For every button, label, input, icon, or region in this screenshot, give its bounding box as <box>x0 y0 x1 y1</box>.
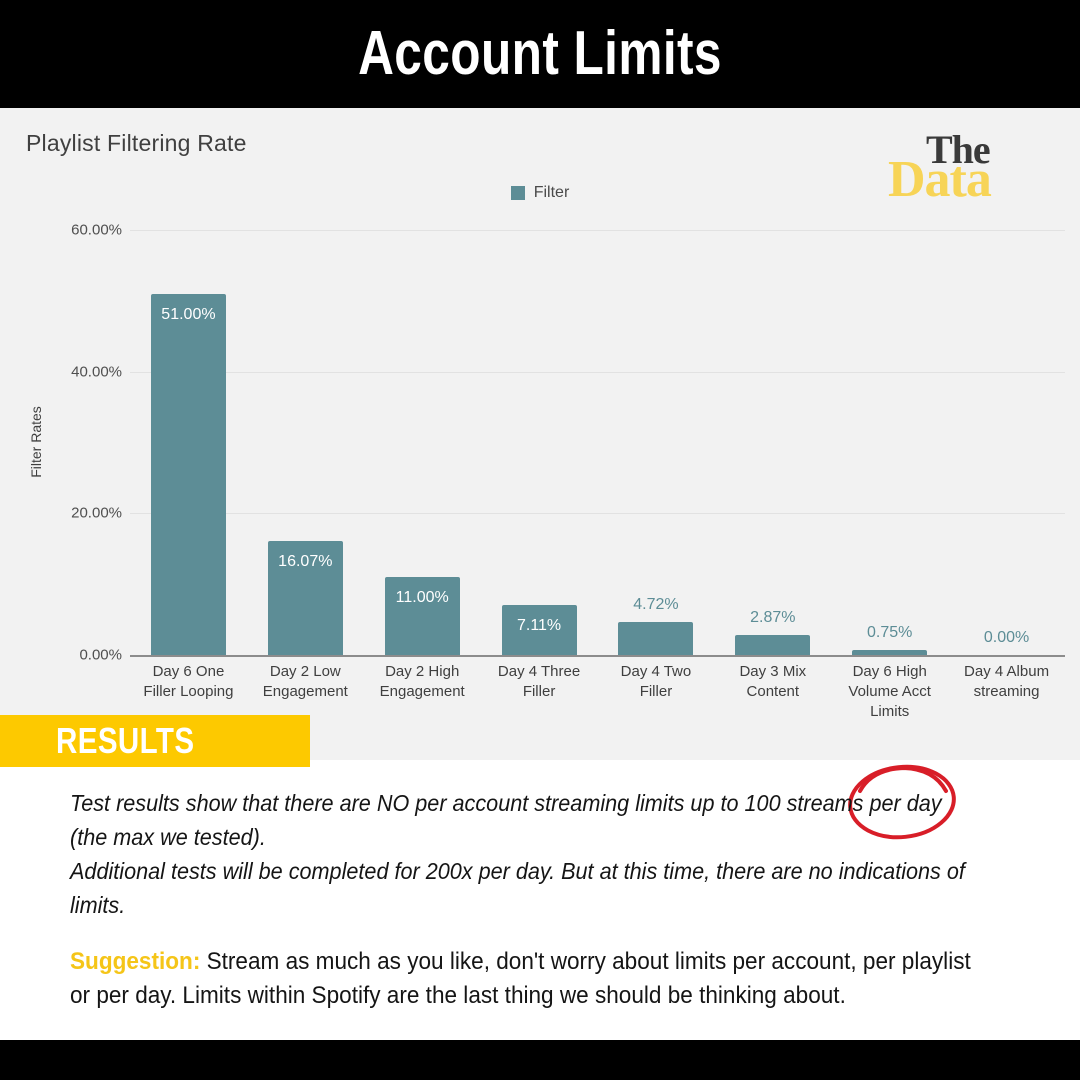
header-bar: Account Limits <box>0 0 1080 108</box>
results-body: Test results show that there are NO per … <box>70 786 1035 922</box>
suggestion-text: Stream as much as you like, don't worry … <box>70 948 971 1009</box>
chart-title: Playlist Filtering Rate <box>26 130 247 156</box>
y-axis-tick-label: 60.00% <box>71 221 122 239</box>
x-axis-category-label: Day 6 High Volume Acct Limits <box>848 663 931 720</box>
results-paragraph-1: Test results show that there are NO per … <box>70 790 942 850</box>
bar-value-label: 0.75% <box>867 623 913 641</box>
footer-bar <box>0 1040 1080 1080</box>
bar-group[interactable]: 0.75% Day 6 High Volume Acct Limits <box>848 230 931 720</box>
legend-label: Filter <box>533 184 570 201</box>
x-axis-category-label: Day 4 Two Filler <box>620 663 692 700</box>
x-axis-category-label: Day 4 Three Filler <box>497 663 581 700</box>
y-axis-title: Filter Rates <box>28 406 44 478</box>
bar[interactable] <box>735 634 811 655</box>
bar-value-label: 4.72% <box>633 595 679 613</box>
results-banner-label: RESULTS <box>56 720 195 761</box>
x-axis-category-label: Day 6 One Filler Looping <box>143 663 234 700</box>
bar-value-label: 11.00% <box>395 589 449 607</box>
y-axis-tick-label: 20.00% <box>71 504 122 522</box>
bar[interactable] <box>618 621 694 655</box>
page-title: Account Limits <box>358 19 722 88</box>
x-axis-category-label: Day 2 High Engagement <box>379 663 465 700</box>
bar-value-label: 51.00% <box>161 305 216 323</box>
bar-group[interactable]: 2.87% Day 3 Mix Content <box>735 230 811 700</box>
x-axis-category-label: Day 3 Mix Content <box>739 663 807 700</box>
bar-group[interactable]: 11.00% Day 2 High Engagement <box>380 230 465 700</box>
bar-value-label: 7.11% <box>516 616 562 634</box>
bar-group[interactable]: 51.00% Day 6 One Filler Looping <box>143 230 233 700</box>
x-axis-category-label: Day 2 Low Engagement <box>262 663 348 700</box>
logo-text-the: The <box>926 127 991 172</box>
suggestion-label: Suggestion: <box>70 948 201 975</box>
bar-group[interactable]: 0.00% Day 4 Album streaming <box>964 230 1049 700</box>
bar-value-label: 2.87% <box>750 608 796 626</box>
bar-value-label: 16.07% <box>278 553 333 571</box>
y-axis-tick-label: 40.00% <box>71 363 122 381</box>
bar-group[interactable]: 16.07% Day 2 Low Engagement <box>263 230 348 700</box>
bar-group[interactable]: 4.72% Day 4 Two Filler <box>618 230 694 700</box>
bar-value-label: 0.00% <box>983 629 1030 646</box>
suggestion-paragraph: Suggestion: Stream as much as you like, … <box>70 945 977 1013</box>
y-axis-tick-label: 0.00% <box>79 646 122 664</box>
x-axis-category-label: Day 4 Album streaming <box>964 663 1050 700</box>
results-banner: RESULTS <box>0 715 310 767</box>
plot-area: Filter Rates 0.00% 20.00% 40.00% 60.00% 51.… <box>28 222 1065 720</box>
bar-group[interactable]: 7.11% Day 4 Three Filler <box>498 230 580 700</box>
results-paragraph-2: Additional tests will be completed for 2… <box>70 858 965 918</box>
bar[interactable] <box>150 293 226 655</box>
x-axis-line <box>130 655 1065 657</box>
chart-panel: Playlist Filtering Rate The Data Filter … <box>0 108 1080 840</box>
legend-swatch-icon <box>510 186 525 200</box>
